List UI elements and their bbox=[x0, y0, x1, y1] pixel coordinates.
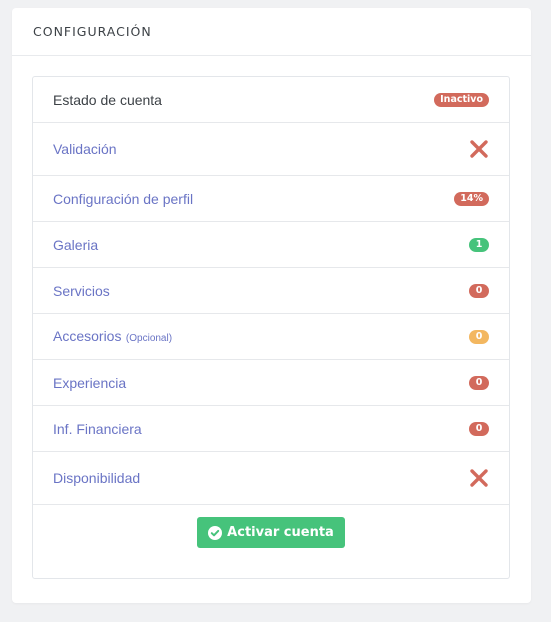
list-item-accesorios[interactable]: Accesorios (Opcional) 0 bbox=[33, 314, 509, 360]
disponibilidad-link[interactable]: Disponibilidad bbox=[53, 470, 140, 486]
galeria-link[interactable]: Galeria bbox=[53, 237, 98, 253]
x-icon bbox=[470, 140, 488, 158]
list-item-validacion[interactable]: Validación bbox=[33, 123, 509, 176]
validacion-link[interactable]: Validación bbox=[53, 141, 117, 157]
account-status-row: Estado de cuenta Inactivo bbox=[33, 77, 509, 123]
inf-financiera-link[interactable]: Inf. Financiera bbox=[53, 421, 142, 437]
experiencia-link[interactable]: Experiencia bbox=[53, 375, 126, 391]
card-header: CONFIGURACIÓN bbox=[12, 8, 531, 56]
panel-footer: Activar cuenta bbox=[33, 505, 509, 548]
accesorios-optional-note: (Opcional) bbox=[125, 332, 173, 344]
activate-account-button[interactable]: Activar cuenta bbox=[197, 517, 345, 548]
configuracion-perfil-link[interactable]: Configuración de perfil bbox=[53, 191, 193, 207]
account-status-label: Estado de cuenta bbox=[53, 91, 162, 108]
servicios-link[interactable]: Servicios bbox=[53, 283, 110, 299]
list-item-disponibilidad[interactable]: Disponibilidad bbox=[33, 452, 509, 505]
inactive-badge: Inactivo bbox=[434, 92, 489, 107]
list-item-servicios[interactable]: Servicios 0 bbox=[33, 268, 509, 314]
list-item-experiencia[interactable]: Experiencia 0 bbox=[33, 360, 509, 406]
x-icon bbox=[470, 469, 488, 487]
list-item-configuracion-perfil[interactable]: Configuración de perfil 14% bbox=[33, 176, 509, 222]
servicios-count-badge: 0 bbox=[469, 283, 489, 298]
list-item-inf-financiera[interactable]: Inf. Financiera 0 bbox=[33, 406, 509, 452]
list-item-galeria[interactable]: Galeria 1 bbox=[33, 222, 509, 268]
configuration-list: Estado de cuenta Inactivo Validación Con… bbox=[32, 76, 510, 579]
experiencia-count-badge: 0 bbox=[469, 375, 489, 390]
check-circle-icon bbox=[208, 525, 223, 540]
activate-account-label: Activar cuenta bbox=[227, 525, 334, 540]
accesorios-label: Accesorios bbox=[53, 327, 122, 344]
galeria-count-badge: 1 bbox=[469, 237, 489, 252]
configuration-card: CONFIGURACIÓN Estado de cuenta Inactivo … bbox=[12, 8, 531, 603]
accesorios-link[interactable]: Accesorios (Opcional) bbox=[53, 328, 172, 346]
card-title: CONFIGURACIÓN bbox=[33, 24, 152, 39]
accesorios-count-badge: 0 bbox=[469, 329, 489, 344]
profile-progress-badge: 14% bbox=[454, 191, 489, 206]
inf-financiera-count-badge: 0 bbox=[469, 421, 489, 436]
